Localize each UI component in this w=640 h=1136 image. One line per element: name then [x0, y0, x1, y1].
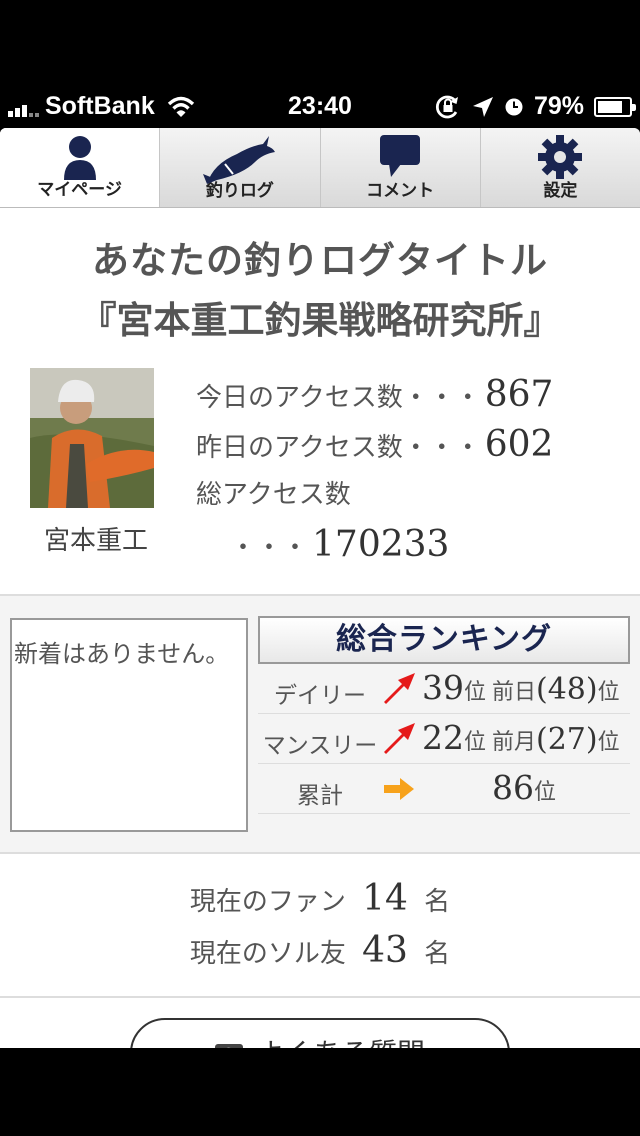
previous-rank-label: 前日 [492, 680, 537, 705]
yesterday-access-value: 602 [484, 424, 554, 465]
friend-unit: 名 [424, 939, 451, 969]
ranking-position: 22位 [422, 718, 486, 757]
ranking-label: マンスリー [262, 733, 378, 759]
ranking-label: デイリー [274, 683, 366, 709]
battery-icon [594, 96, 636, 117]
ranking-label: 累計 [297, 783, 343, 809]
profile-section: 宮本重工 今日のアクセス数・・・ 867 昨日のアクセス数・・・ 602 総アク… [0, 344, 640, 594]
today-access-row: 今日のアクセス数・・・ 867 [196, 374, 553, 424]
tab-fishing-log[interactable]: 釣りログ [159, 128, 319, 207]
status-bar: SoftBank 23:40 79% [0, 88, 640, 128]
ranking-number: 22 [422, 718, 464, 757]
previous-rank: 前日(48)位 [492, 672, 620, 707]
ranking-row-monthly: マンスリー 22位 前月(27)位 [258, 714, 630, 764]
ranking-position: 86位 [492, 768, 556, 807]
comment-bubble-icon [380, 135, 421, 177]
friend-count-row[interactable]: 現在のソル友 43 名 [0, 930, 640, 982]
total-access-prefix: ・・・ [230, 533, 309, 563]
ranking-panel: 総合ランキング デイリー 39位 前日(48)位 マンスリー 22位 前月(27… [258, 616, 630, 814]
ranking-unit: 位 [534, 780, 557, 805]
fan-count-row[interactable]: 現在のファン 14 名 [0, 878, 640, 930]
total-access-value: 170233 [312, 524, 450, 565]
battery-percent: 79% [533, 92, 584, 120]
faq-label: よくある質問 [257, 1037, 425, 1048]
ranking-number: 39 [422, 668, 464, 707]
fans-section: 現在のファン 14 名 現在のソル友 43 名 [0, 854, 640, 996]
access-stats: 今日のアクセス数・・・ 867 昨日のアクセス数・・・ 602 総アクセス数 ・… [196, 374, 553, 574]
previous-rank-unit: 位 [597, 680, 620, 705]
previous-rank-value: (48) [536, 672, 598, 707]
total-access-label: 総アクセス数 [196, 480, 351, 510]
friend-count: 43 [362, 930, 408, 971]
ranking-title: 総合ランキング [258, 616, 630, 664]
tab-mypage[interactable]: マイページ [0, 128, 160, 207]
avatar[interactable] [30, 368, 154, 508]
total-access-value-row: ・・・ 170233 [196, 524, 553, 574]
fish-icon [202, 136, 275, 184]
gear-icon [538, 135, 583, 179]
tab-settings[interactable]: 設定 [479, 128, 640, 207]
right-arrow-icon [384, 778, 414, 800]
faq-button[interactable]: ? よくある質問 [130, 1018, 510, 1048]
yesterday-access-label: 昨日のアクセス数・・・ [196, 433, 481, 463]
alarm-icon [505, 98, 523, 115]
ranking-position: 39位 [422, 668, 486, 707]
today-access-label: 今日のアクセス数・・・ [196, 383, 481, 413]
fan-count: 14 [362, 878, 408, 919]
divider [0, 996, 640, 998]
location-icon [472, 96, 493, 117]
previous-rank-value: (27) [536, 722, 598, 757]
ranking-unit: 位 [464, 680, 487, 705]
previous-rank: 前月(27)位 [492, 722, 620, 757]
news-text: 新着はありません。 [14, 640, 230, 668]
fan-label: 現在のファン [189, 887, 346, 917]
ranking-number: 86 [492, 768, 534, 807]
today-access-value: 867 [484, 374, 554, 415]
log-title: 『宮本重工釣果戦略研究所』 [79, 298, 561, 342]
log-title-label: あなたの釣りログタイトル [92, 238, 548, 282]
news-box: 新着はありません。 [10, 618, 248, 832]
ranking-unit: 位 [464, 730, 487, 755]
up-arrow-icon [384, 673, 415, 704]
app-screen: マイページ 釣りログ コメント 設定 あなたの釣りログタイトル 『宮本重工釣果戦… [0, 128, 640, 1048]
rotation-lock-icon [435, 95, 458, 118]
avatar-photo [30, 368, 154, 508]
question-icon: ? [214, 1043, 243, 1048]
tab-label: コメント [366, 181, 435, 201]
fan-unit: 名 [424, 887, 451, 917]
yesterday-access-row: 昨日のアクセス数・・・ 602 [196, 424, 553, 474]
previous-rank-unit: 位 [597, 730, 620, 755]
status-right: 79% [434, 92, 636, 121]
previous-rank-label: 前月 [492, 730, 537, 755]
person-icon [63, 136, 96, 180]
tab-bar: マイページ 釣りログ コメント 設定 [0, 128, 640, 208]
ranking-row-daily: デイリー 39位 前日(48)位 [258, 664, 630, 714]
page-title: あなたの釣りログタイトル 『宮本重工釣果戦略研究所』 [0, 208, 640, 344]
ranking-row-total: 累計 86位 [258, 764, 630, 814]
news-ranking-section: 新着はありません。 総合ランキング デイリー 39位 前日(48)位 マンスリー… [0, 596, 640, 852]
tab-comment[interactable]: コメント [319, 128, 480, 207]
total-access-row: 総アクセス数 [196, 474, 553, 524]
up-arrow-icon [384, 723, 415, 754]
username: 宮本重工 [43, 526, 148, 556]
friend-label: 現在のソル友 [189, 939, 346, 969]
